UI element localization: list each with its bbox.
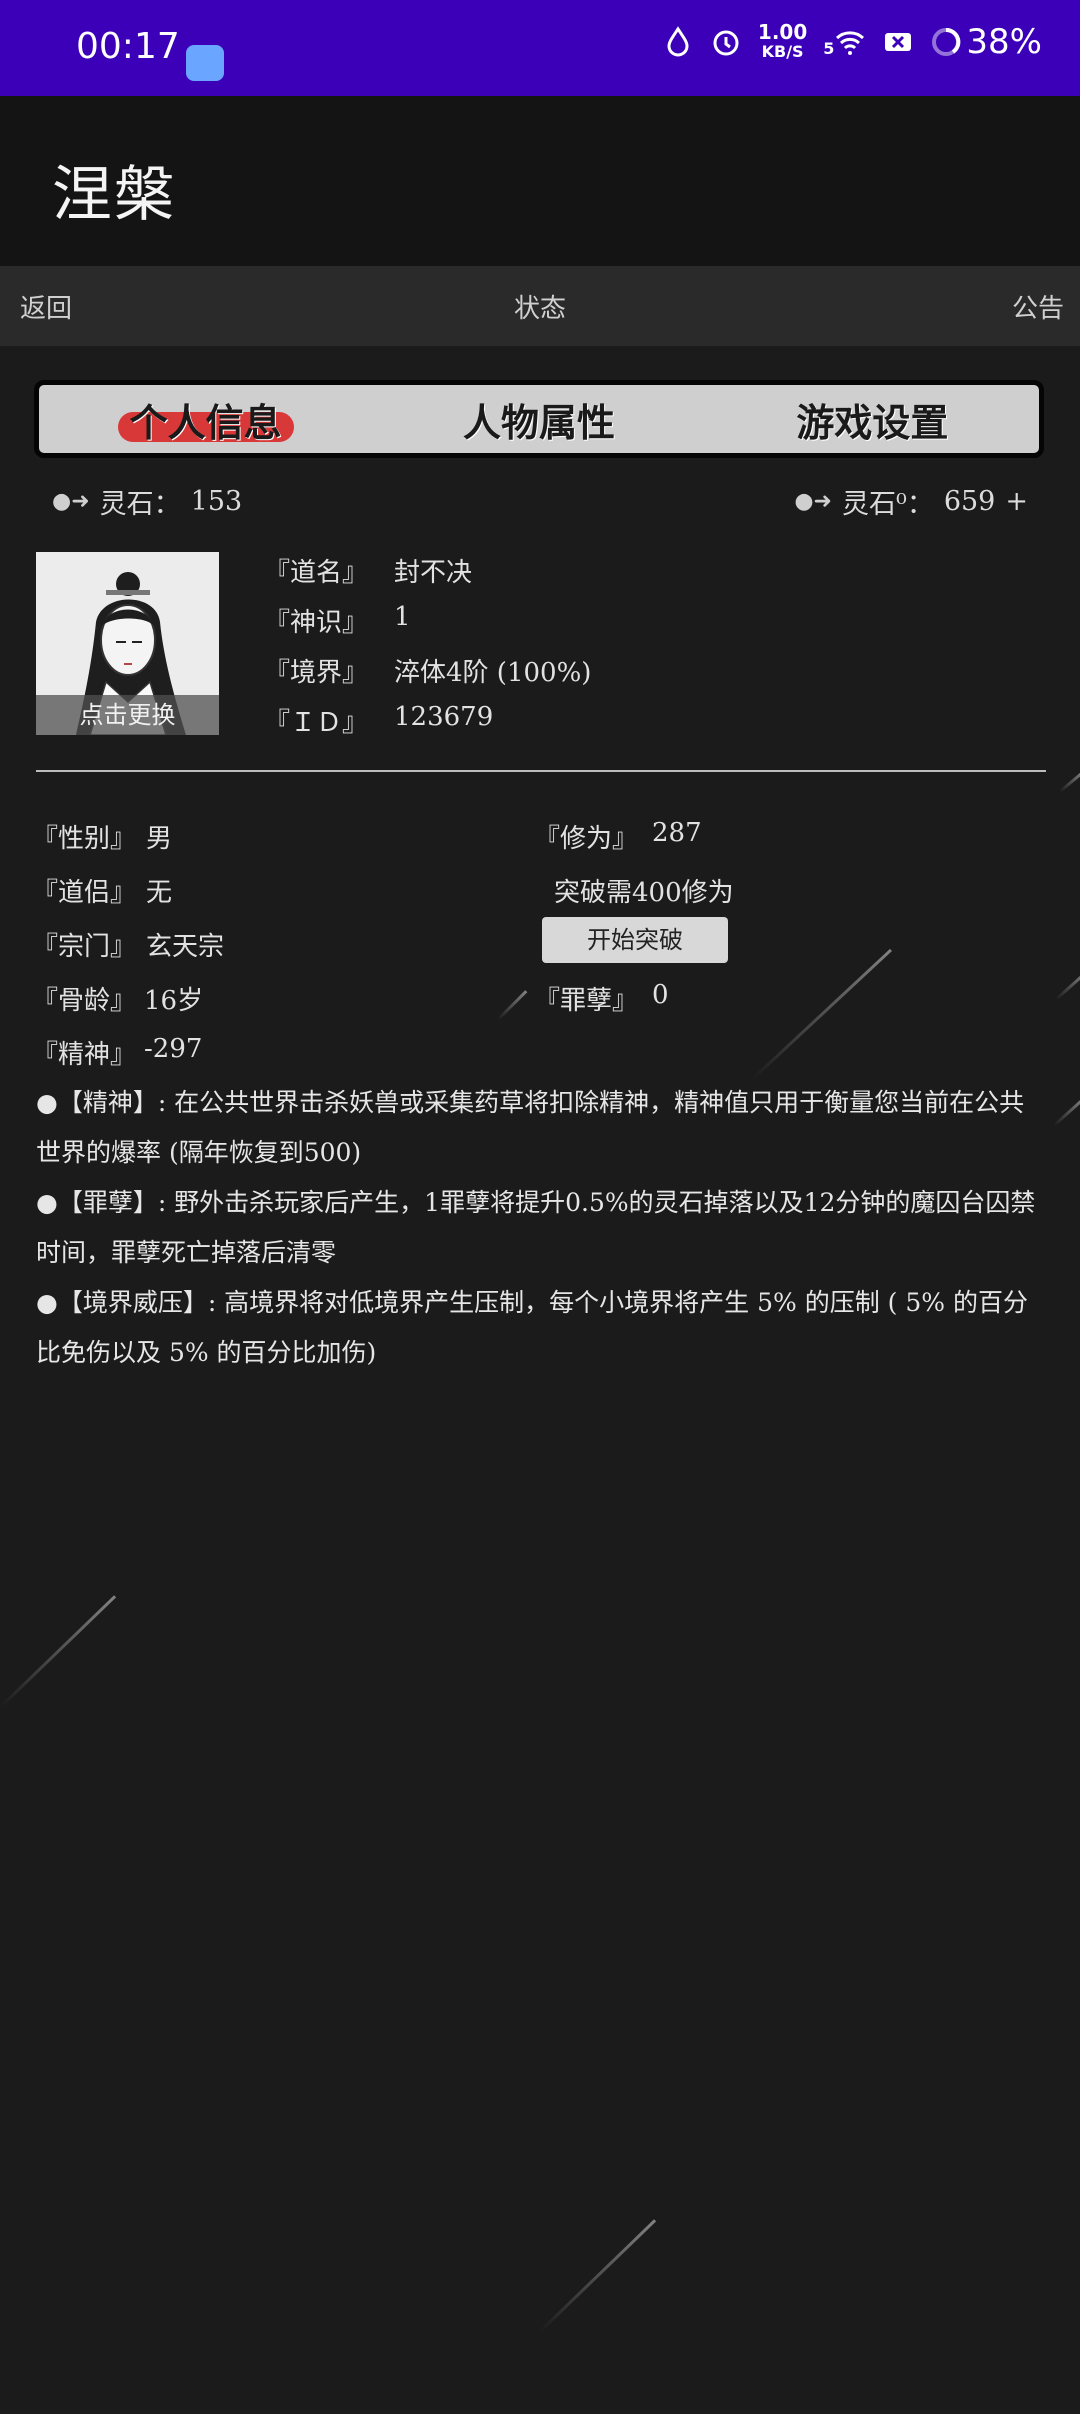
cultivation-value: 287 — [652, 818, 702, 848]
stat-row: 『骨龄』 16岁 — [32, 980, 203, 1017]
cultivation-row: 『修为』 287 — [534, 818, 702, 855]
premium-stone-icon: ●➜ — [794, 489, 832, 514]
app-title: 涅槃 — [52, 160, 176, 230]
profile-row: 『道名』 封不决 — [264, 552, 472, 589]
app-header: 涅槃 — [0, 96, 1080, 266]
decor-streak — [1059, 771, 1080, 793]
tab-game-settings[interactable]: 游戏设置 — [790, 392, 954, 447]
profile-row: 『神识』 1 — [264, 602, 411, 639]
decor-streak — [0, 1595, 117, 1709]
add-stone-button[interactable]: + — [1005, 486, 1028, 517]
dao-name-value: 封不决 — [394, 558, 473, 588]
nav-bar: 返回 状态 公告 — [0, 266, 1080, 346]
decor-streak — [1052, 1097, 1080, 1127]
sin-value: 0 — [652, 980, 669, 1010]
avatar[interactable]: 点击更换 — [36, 552, 219, 735]
realm-value: 淬体4阶 (100%) — [394, 658, 592, 688]
spirit-value: -297 — [144, 1034, 203, 1064]
divider — [36, 770, 1046, 772]
decor-streak — [496, 990, 528, 1021]
stat-key: 『道侣』 — [32, 878, 137, 908]
stat-key: 『罪孽』 — [534, 986, 639, 1016]
app-notification-icon — [186, 45, 224, 81]
alarm-icon — [713, 30, 739, 56]
stat-key: 『精神』 — [32, 1040, 137, 1070]
spirit-stone-icon: ●➜ — [52, 489, 90, 514]
profile-key: 『境界』 — [264, 658, 369, 688]
premium-stone-display: ●➜ 灵石⁰： 659 + — [794, 482, 1028, 521]
start-breakthrough-button[interactable]: 开始突破 — [542, 917, 728, 963]
note-sin: ●【罪孽】: 野外击杀玩家后产生，1罪孽将提升0.5%的灵石掉落以及12分钟的魔… — [36, 1188, 1036, 1267]
battery-percent: 38% — [966, 22, 1042, 62]
stat-key: 『宗门』 — [32, 932, 137, 962]
speed-unit: KB/S — [761, 42, 804, 61]
stat-row: 『精神』 -297 — [32, 1034, 202, 1071]
sin-row: 『罪孽』 0 — [534, 980, 669, 1017]
back-button[interactable]: 返回 — [20, 288, 72, 325]
stat-key: 『骨龄』 — [32, 986, 137, 1016]
tab-character-attributes[interactable]: 人物属性 — [457, 392, 621, 447]
partner-value: 无 — [146, 878, 173, 908]
stat-key: 『性别』 — [32, 824, 137, 854]
tab-bar: 个人信息 人物属性 游戏设置 — [34, 380, 1044, 458]
decor-streak — [1054, 971, 1080, 1001]
spirit-stone-value: 153 — [190, 486, 243, 517]
profile-key: 『道名』 — [264, 558, 369, 588]
battery-ring-icon — [932, 27, 961, 56]
network-speed: 1.00 KB/S — [758, 22, 807, 62]
premium-stone-value: 659 — [943, 486, 996, 517]
divine-sense-value: 1 — [394, 602, 411, 632]
breakthrough-need-text: 突破需400修为 — [554, 878, 734, 908]
profile-key: 『ＩＤ』 — [264, 708, 369, 738]
drop-icon — [667, 26, 689, 57]
tab-personal-info[interactable]: 个人信息 — [117, 392, 294, 447]
premium-stone-label: 灵石⁰： — [842, 489, 934, 520]
player-id-value: 123679 — [394, 702, 494, 732]
profile-row: 『境界』 淬体4阶 (100%) — [264, 652, 591, 689]
status-bar: 00:17 1.00 KB/S 5 38% — [0, 0, 1080, 96]
sect-value: 玄天宗 — [146, 932, 225, 962]
decor-streak — [750, 948, 892, 1081]
speed-value: 1.00 — [757, 20, 808, 44]
profile-row: 『ＩＤ』 123679 — [264, 702, 493, 739]
spirit-stone-label: 灵石： — [99, 489, 181, 520]
change-avatar-label[interactable]: 点击更换 — [36, 695, 219, 735]
stat-key: 『修为』 — [534, 824, 639, 854]
stat-row: 『宗门』 玄天宗 — [32, 926, 224, 963]
stat-row: 『性别』 男 — [32, 818, 172, 855]
gender-value: 男 — [146, 824, 173, 854]
note-realm-pressure: ●【境界威压】: 高境界将对低境界产生压制，每个小境界将产生 5% 的压制 ( … — [36, 1288, 1028, 1367]
nav-title: 状态 — [513, 294, 566, 324]
decor-streak — [538, 2219, 657, 2333]
note-spirit: ●【精神】: 在公共世界击杀妖兽或采集药草将扣除精神，精神值只用于衡量您当前在公… — [36, 1088, 1025, 1167]
status-time: 00:17 — [76, 26, 180, 67]
stat-row: 『道侣』 无 — [32, 872, 172, 909]
wifi-icon: 5 — [823, 26, 866, 58]
spirit-stone-display: ●➜ 灵石： 153 — [52, 482, 242, 521]
wifi-glyph — [836, 31, 865, 55]
no-sim-icon — [885, 33, 912, 51]
profile-key: 『神识』 — [264, 608, 369, 638]
bone-age-value: 16岁 — [144, 986, 204, 1016]
breakthrough-requirement: 突破需400修为 — [554, 872, 734, 909]
status-icons: 1.00 KB/S 5 38% — [662, 22, 1042, 62]
signal-label: 5 — [823, 39, 835, 58]
notice-button[interactable]: 公告 — [1012, 288, 1064, 325]
